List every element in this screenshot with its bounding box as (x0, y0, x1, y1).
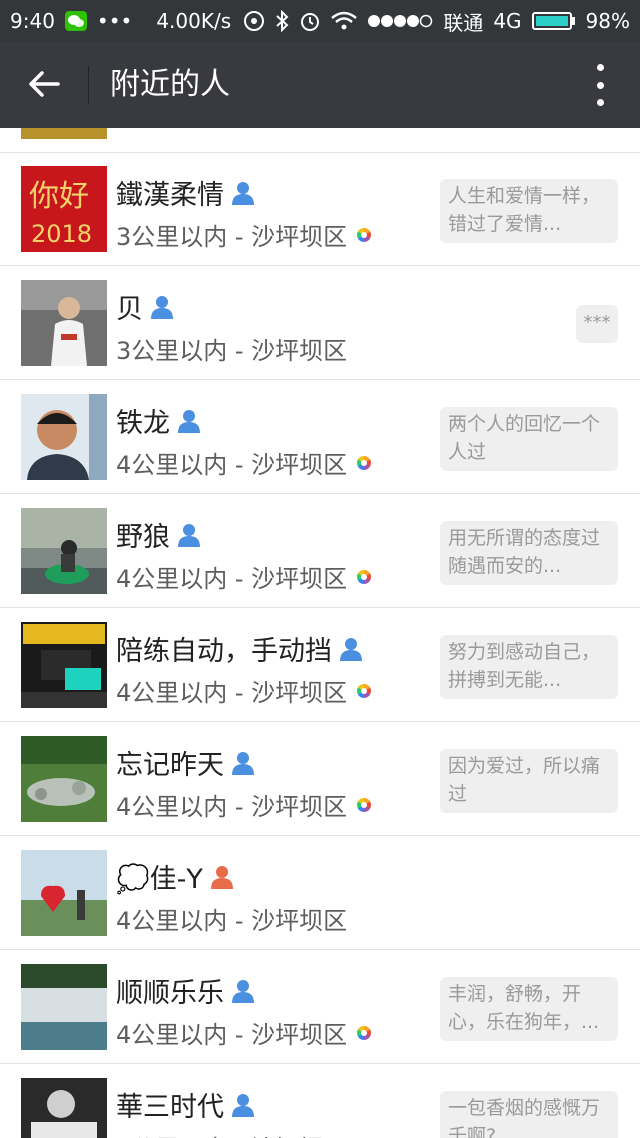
list-item[interactable] (0, 128, 640, 153)
person-name: 铁龙 (116, 408, 170, 439)
status-right: 联通 4G 98% (243, 7, 630, 36)
person-name-row: 贝 (116, 287, 175, 326)
male-icon (149, 294, 175, 320)
female-icon (209, 864, 235, 890)
signature: 用无所谓的态度过随遇而安的... (440, 521, 618, 585)
hotspot-icon (243, 10, 265, 32)
avatar (21, 736, 107, 822)
person-name-row: 忘记昨天 (116, 743, 256, 782)
avatar (21, 280, 107, 366)
distance: 4公里以内 - 沙坪坝区 (116, 907, 348, 935)
bluetooth-icon (275, 10, 289, 32)
title-bar: 附近的人 (0, 42, 640, 128)
distance: 4公里以内 - 沙坪坝区 (116, 673, 372, 708)
wechat-icon (64, 11, 87, 31)
distance: 4公里以内 - 沙坪坝区 (116, 1129, 347, 1138)
distance: 4公里以内 - 沙坪坝区 (116, 445, 372, 480)
person-name: 華三时代 (116, 1092, 224, 1123)
signature: *** (576, 305, 618, 343)
wifi-icon (331, 11, 358, 31)
status-time: 9:40 (10, 9, 55, 33)
nearby-list: 你好 2018 鐵漢柔情 3公里以内 - 沙坪坝区 人生和爱情一样，错过了爱情..… (0, 128, 640, 1138)
distance: 3公里以内 - 沙坪坝区 (116, 337, 348, 365)
signature: 两个人的回忆一个人过 (440, 407, 618, 471)
status-speed: 4.00K/s (156, 9, 232, 33)
list-item[interactable]: 忘记昨天 4公里以内 - 沙坪坝区 因为爱过，所以痛过 (0, 723, 640, 836)
distance: 4公里以内 - 沙坪坝区 (116, 559, 372, 594)
male-icon (176, 408, 202, 434)
signature: 丰润，舒畅，开心，乐在狗年，... (440, 977, 618, 1041)
moments-icon (357, 797, 372, 812)
back-button[interactable] (24, 64, 64, 104)
moments-icon (357, 455, 372, 470)
moments-icon (357, 1025, 372, 1040)
signature: 人生和爱情一样，错过了爱情... (440, 179, 618, 243)
more-dots-icon (596, 64, 604, 71)
avatar (21, 850, 107, 936)
signature: 因为爱过，所以痛过 (440, 749, 618, 813)
signature: 努力到感动自己，拼搏到无能... (440, 635, 618, 699)
male-icon (176, 522, 202, 548)
person-name: 顺顺乐乐 (116, 978, 224, 1009)
moments-icon (357, 569, 372, 584)
back-arrow-icon (29, 71, 60, 97)
svg-text:2018: 2018 (31, 220, 92, 248)
status-network: 4G (493, 9, 522, 33)
distance: 3公里以内 - 沙坪坝区 (116, 217, 372, 252)
distance: 4公里以内 - 沙坪坝区 (116, 1015, 372, 1050)
moments-icon (357, 683, 372, 698)
svg-text:你好: 你好 (29, 179, 89, 214)
person-name: 陪练自动，手动挡 (116, 636, 332, 667)
signal-icon (367, 14, 433, 28)
person-name-row: 華三时代 (116, 1085, 256, 1124)
distance: 4公里以内 - 沙坪坝区 (116, 787, 372, 822)
male-icon (338, 636, 364, 662)
person-name-row: 野狼 (116, 515, 202, 554)
list-item[interactable]: 贝 3公里以内 - 沙坪坝区 *** (0, 267, 640, 380)
status-bar: 9:40 ••• 4.00K/s 联通 4G 98% (0, 0, 640, 42)
person-name-row: 陪练自动，手动挡 (116, 629, 364, 668)
list-item[interactable]: 華三时代 4公里以内 - 沙坪坝区 一包香烟的感慨万千啊? (0, 1065, 640, 1138)
list-item[interactable]: 💭佳-Y 4公里以内 - 沙坪坝区 (0, 837, 640, 950)
moments-icon (357, 227, 372, 242)
page-title: 附近的人 (110, 67, 230, 102)
person-name: 贝 (116, 294, 143, 325)
person-name-row: 鐵漢柔情 (116, 173, 256, 212)
list-item[interactable]: 铁龙 4公里以内 - 沙坪坝区 两个人的回忆一个人过 (0, 381, 640, 494)
avatar: 你好 2018 (21, 166, 107, 252)
avatar (21, 394, 107, 480)
status-left: 9:40 ••• 4.00K/s (10, 9, 231, 33)
person-name: 忘记昨天 (116, 750, 224, 781)
male-icon (230, 978, 256, 1004)
battery-icon (531, 11, 576, 31)
more-menu-button[interactable] (590, 64, 610, 106)
person-name-row: 铁龙 (116, 401, 202, 440)
male-icon (230, 750, 256, 776)
avatar (21, 508, 107, 594)
person-name: 鐵漢柔情 (116, 180, 224, 211)
person-name-row: 💭佳-Y (116, 857, 235, 896)
avatar (21, 128, 107, 139)
list-item[interactable]: 顺顺乐乐 4公里以内 - 沙坪坝区 丰润，舒畅，开心，乐在狗年，... (0, 951, 640, 1064)
status-more-dots: ••• (96, 9, 133, 33)
person-name: 💭佳-Y (116, 864, 203, 895)
avatar (21, 622, 107, 708)
avatar (21, 964, 107, 1050)
status-battery: 98% (585, 9, 630, 33)
alarm-icon (299, 10, 321, 32)
person-name-row: 顺顺乐乐 (116, 971, 256, 1010)
male-icon (230, 180, 256, 206)
list-item[interactable]: 你好 2018 鐵漢柔情 3公里以内 - 沙坪坝区 人生和爱情一样，错过了爱情..… (0, 153, 640, 266)
avatar (21, 1078, 107, 1138)
status-carrier: 联通 (443, 10, 484, 35)
title-divider (88, 66, 89, 104)
list-item[interactable]: 陪练自动，手动挡 4公里以内 - 沙坪坝区 努力到感动自己，拼搏到无能... (0, 609, 640, 722)
list-item[interactable]: 野狼 4公里以内 - 沙坪坝区 用无所谓的态度过随遇而安的... (0, 495, 640, 608)
signature: 一包香烟的感慨万千啊? (440, 1091, 618, 1138)
person-name: 野狼 (116, 522, 170, 553)
male-icon (230, 1092, 256, 1118)
